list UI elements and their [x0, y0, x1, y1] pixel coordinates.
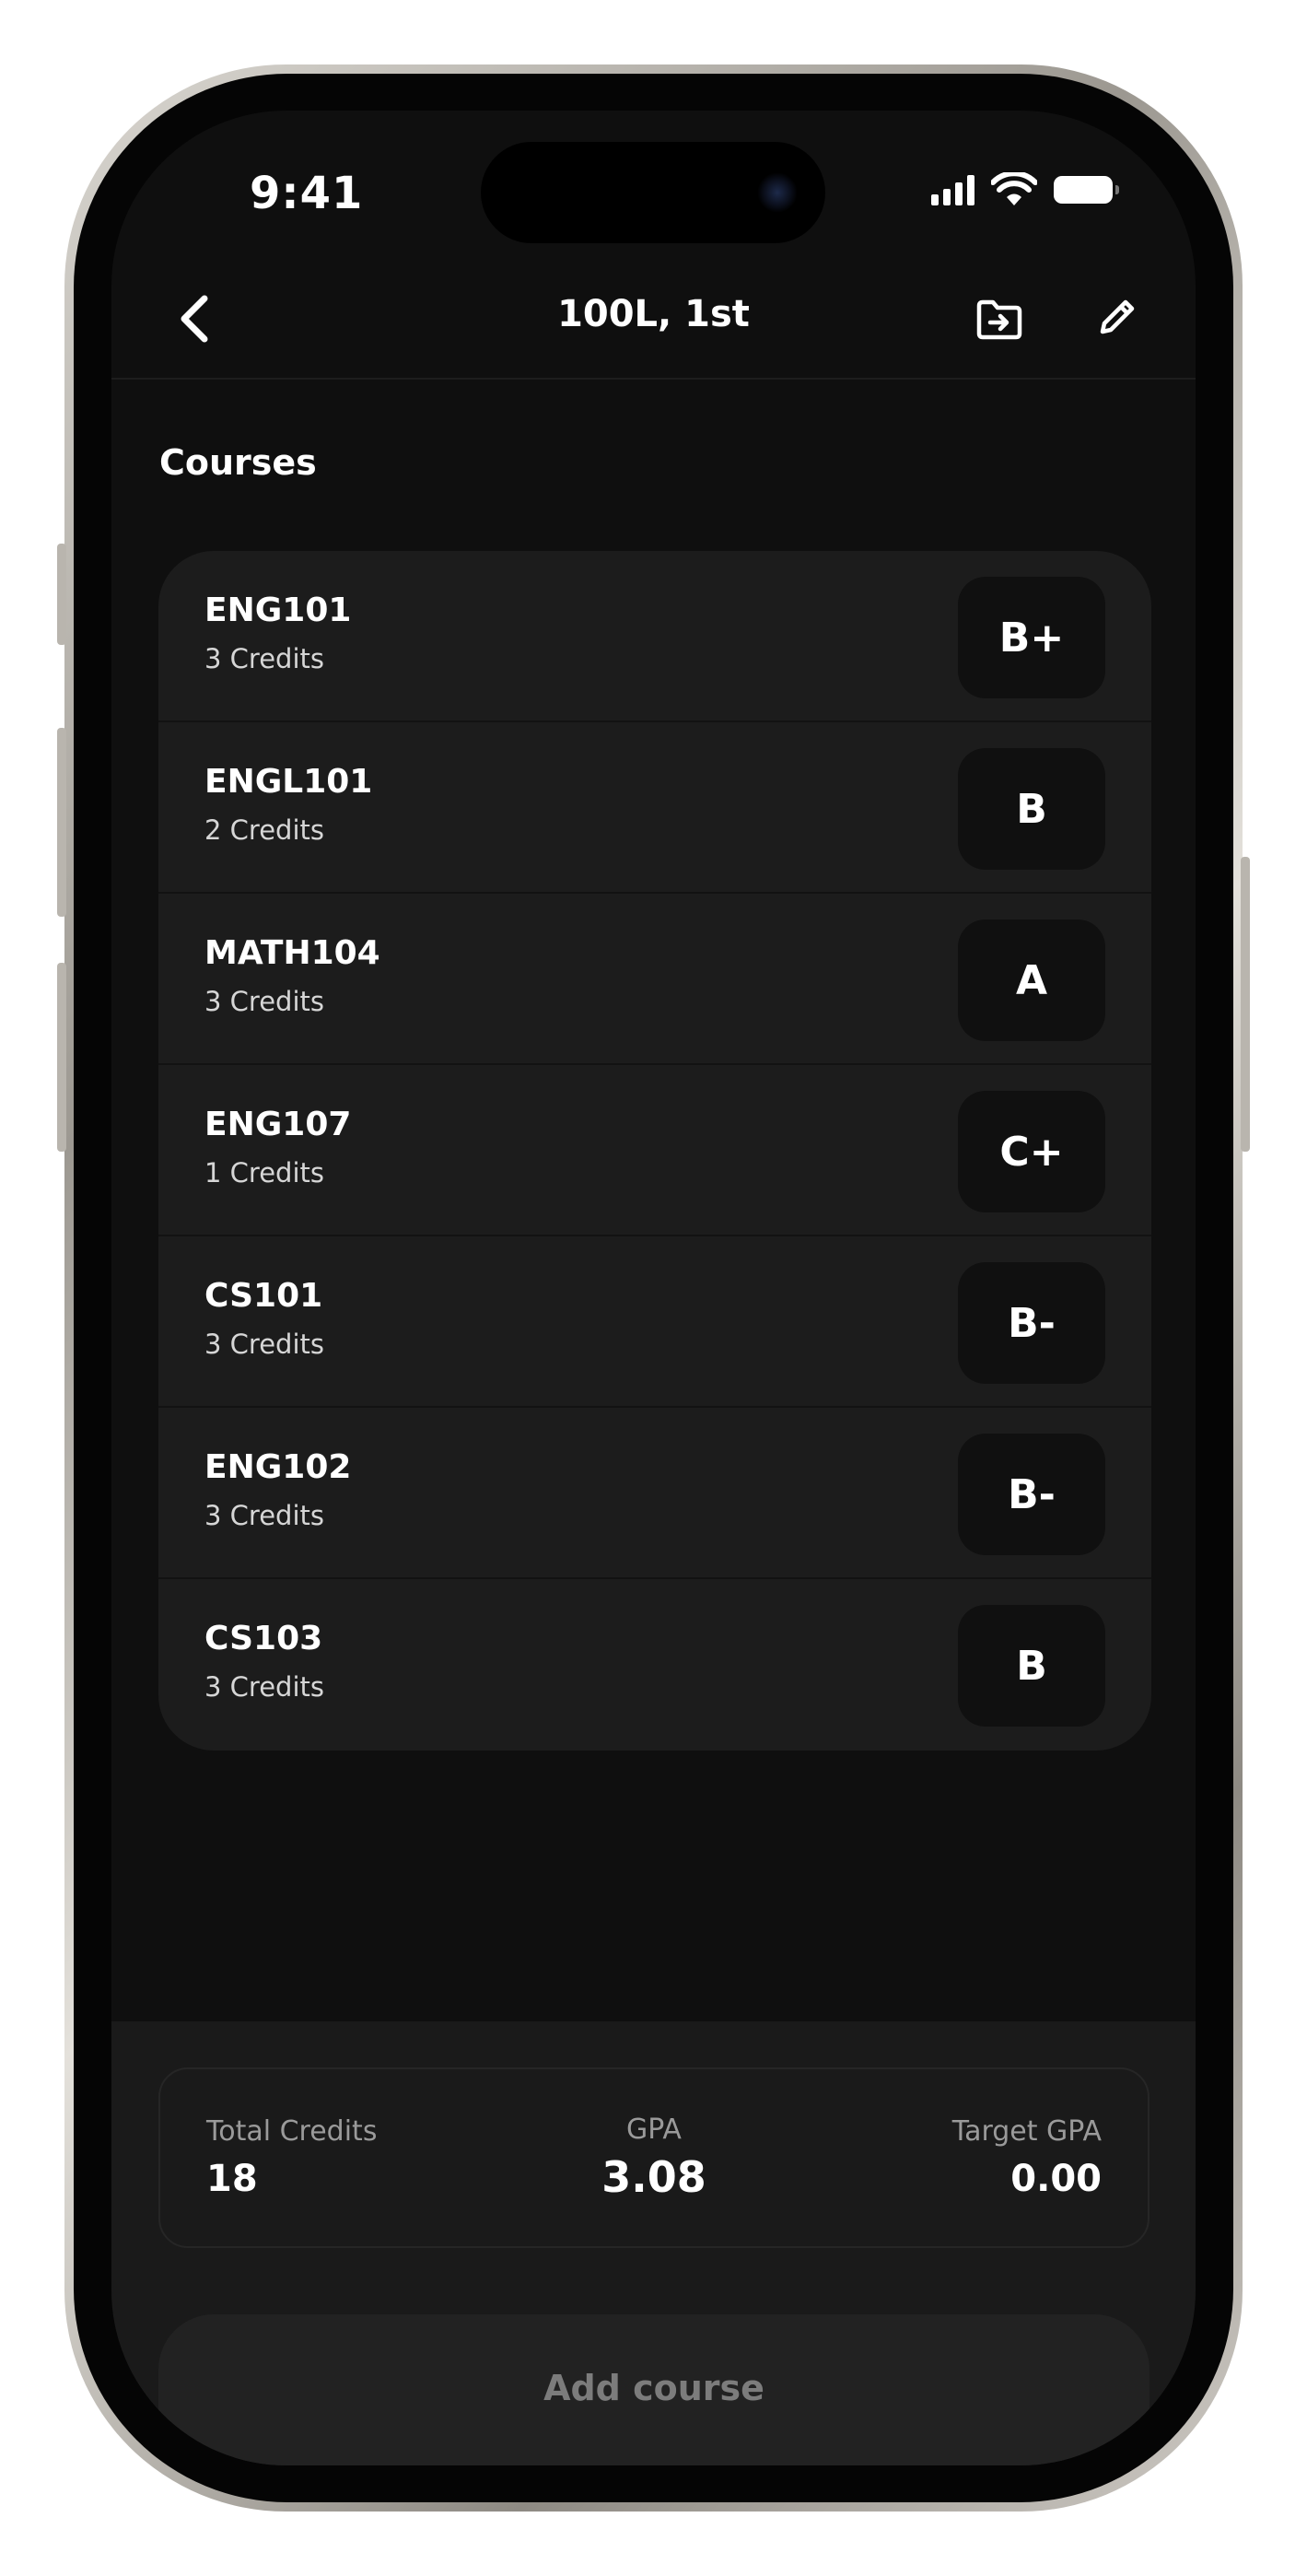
course-row[interactable]: ENG101 3 Credits B+ [158, 551, 1151, 722]
course-credits: 3 Credits [204, 986, 324, 1017]
course-credits: 2 Credits [204, 814, 324, 846]
course-row[interactable]: MATH104 3 Credits A [158, 894, 1151, 1065]
volume-up-button [57, 728, 66, 917]
course-row[interactable]: CS103 3 Credits B [158, 1579, 1151, 1751]
export-button[interactable] [975, 299, 1023, 341]
grade-selector[interactable]: C+ [958, 1091, 1105, 1212]
navigation-bar: 100L, 1st [111, 267, 1196, 380]
action-button [57, 544, 66, 645]
page-title: 100L, 1st [557, 293, 750, 335]
cellular-signal-icon [931, 174, 974, 205]
course-code: CS101 [204, 1277, 323, 1315]
course-code: MATH104 [204, 934, 380, 972]
summary-panel: Total Credits 18 GPA 3.08 Target GPA 0.0… [111, 2021, 1196, 2465]
grade-selector[interactable]: B- [958, 1262, 1105, 1384]
target-gpa-value: 0.00 [1010, 2158, 1102, 2200]
edit-button[interactable] [1095, 295, 1139, 339]
status-icons [931, 170, 1119, 210]
target-gpa-label: Target GPA [951, 2115, 1102, 2148]
battery-icon [1054, 176, 1119, 204]
course-code: ENG101 [204, 591, 352, 629]
gpa-summary: Total Credits 18 GPA 3.08 Target GPA 0.0… [158, 2067, 1149, 2248]
course-row[interactable]: ENG102 3 Credits B- [158, 1408, 1151, 1579]
course-code: CS103 [204, 1620, 323, 1657]
grade-selector[interactable]: B [958, 1605, 1105, 1727]
section-title: Courses [159, 442, 317, 483]
course-code: ENG102 [204, 1448, 352, 1486]
course-credits: 3 Credits [204, 1500, 324, 1531]
grade-selector[interactable]: B+ [958, 577, 1105, 698]
course-credits: 3 Credits [204, 1671, 324, 1703]
folder-import-icon [976, 299, 1022, 340]
course-row[interactable]: ENG107 1 Credits C+ [158, 1065, 1151, 1236]
course-row[interactable]: ENGL101 2 Credits B [158, 722, 1151, 894]
gpa-value: 3.08 [601, 2152, 706, 2202]
grade-selector[interactable]: B- [958, 1434, 1105, 1555]
wifi-icon [991, 172, 1037, 205]
volume-down-button [57, 963, 66, 1152]
course-credits: 3 Credits [204, 643, 324, 674]
power-button [1241, 857, 1250, 1152]
course-credits: 3 Credits [204, 1329, 324, 1360]
course-row[interactable]: CS101 3 Credits B- [158, 1236, 1151, 1408]
course-code: ENGL101 [204, 763, 373, 801]
course-list: ENG101 3 Credits B+ ENGL101 2 Credits B … [158, 551, 1151, 1751]
dynamic-island [481, 142, 825, 243]
add-course-button[interactable]: Add course [158, 2314, 1149, 2465]
status-time: 9:41 [250, 168, 364, 219]
course-code: ENG107 [204, 1106, 352, 1143]
pencil-icon [1100, 299, 1135, 334]
camera-icon [757, 172, 798, 213]
grade-selector[interactable]: B [958, 748, 1105, 870]
screen: 9:41 100L, 1st Courses ENG101 3 Credits … [111, 111, 1196, 2465]
grade-selector[interactable]: A [958, 919, 1105, 1041]
course-credits: 1 Credits [204, 1157, 324, 1188]
